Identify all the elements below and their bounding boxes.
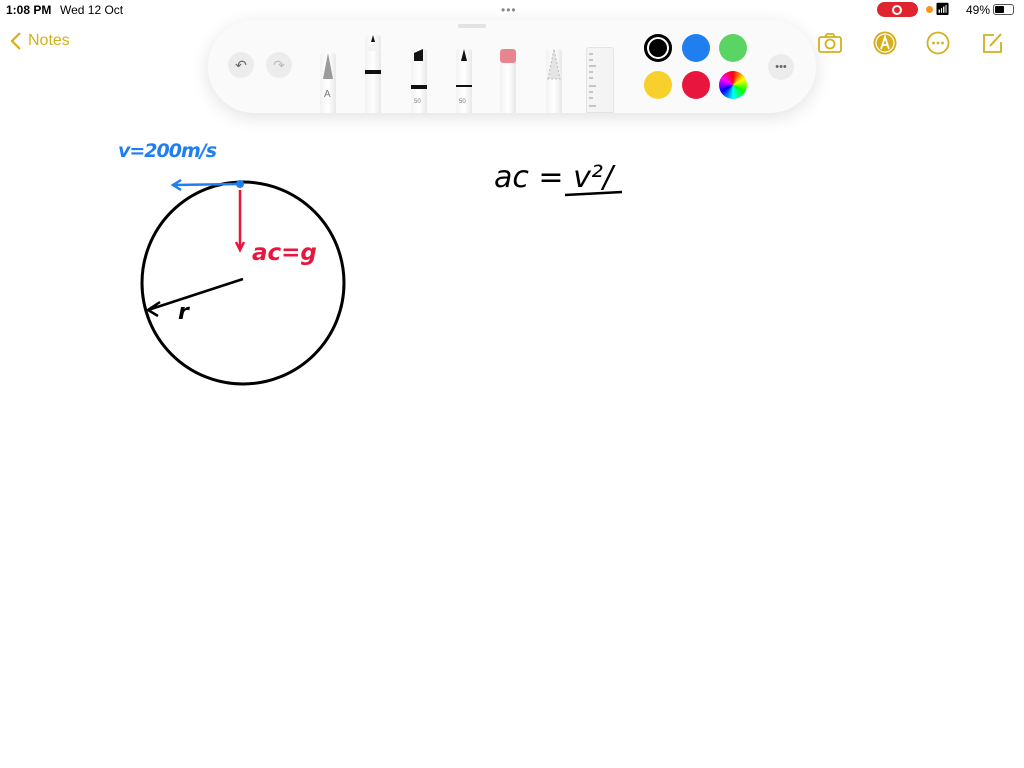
acceleration-arrow <box>234 190 246 253</box>
screen-recording-icon[interactable] <box>877 2 918 17</box>
color-black[interactable] <box>644 34 672 62</box>
drawing-canvas <box>140 178 623 386</box>
formula-label: ac = v²/ <box>494 160 613 195</box>
toolbar-grabber[interactable] <box>458 24 486 28</box>
marker-tip-icon <box>365 35 381 74</box>
velocity-arrow <box>170 178 241 192</box>
back-to-notes-button[interactable]: Notes <box>10 32 70 50</box>
date: Wed 12 Oct <box>60 3 124 17</box>
redo-icon: ↷ <box>273 56 285 73</box>
ruler-tool[interactable] <box>586 47 614 113</box>
markup-toolbar: ↶ ↷ A 50 50 ••• <box>208 20 816 113</box>
radius-label: r <box>178 300 189 325</box>
pen-tip-icon <box>323 53 333 79</box>
mic-indicator-icon <box>926 6 933 13</box>
highlighter-size: 50 <box>414 99 421 105</box>
redo-button[interactable]: ↷ <box>266 52 292 78</box>
color-green[interactable] <box>719 34 747 62</box>
pen-tool[interactable]: A <box>320 53 336 113</box>
eraser-tool[interactable] <box>500 49 516 113</box>
battery-percent: 49% <box>966 3 991 17</box>
fineliner-size: 50 <box>459 99 466 105</box>
circle-drawing <box>140 180 346 386</box>
highlighter-tool[interactable]: 50 <box>411 49 427 113</box>
status-bar: 1:08 PM Wed 12 Oct ••• 📶︎ 49% <box>0 0 1024 20</box>
undo-icon: ↶ <box>235 56 247 73</box>
color-red[interactable] <box>682 71 710 99</box>
velocity-point <box>236 180 244 188</box>
wifi-icon: 📶︎ <box>935 2 951 16</box>
eraser-icon <box>500 49 516 63</box>
clock: 1:08 PM <box>6 3 52 17</box>
color-blue[interactable] <box>682 34 710 62</box>
chevron-left-icon <box>10 32 21 50</box>
compose-icon[interactable] <box>980 30 1006 56</box>
radius-arrow <box>145 277 244 318</box>
ellipsis-icon: ••• <box>775 61 787 73</box>
camera-icon[interactable] <box>817 30 843 56</box>
lasso-icon <box>547 48 561 80</box>
ruler-icon <box>589 53 596 107</box>
multitasking-dots[interactable]: ••• <box>501 3 517 17</box>
battery-icon <box>993 4 1014 15</box>
fineliner-tool[interactable]: 50 <box>456 49 472 113</box>
more-icon[interactable] <box>925 30 951 56</box>
velocity-label: v=200m/s <box>118 140 217 162</box>
toolbar-more-button[interactable]: ••• <box>768 54 794 80</box>
markup-icon[interactable] <box>872 30 898 56</box>
acceleration-label: ac=g <box>252 240 317 266</box>
pen-label: A <box>324 89 331 100</box>
marker-tool[interactable] <box>365 35 381 113</box>
undo-button[interactable]: ↶ <box>228 52 254 78</box>
color-yellow[interactable] <box>644 71 672 99</box>
color-picker-wheel[interactable] <box>719 71 747 99</box>
lasso-tool[interactable] <box>546 48 562 113</box>
back-label: Notes <box>28 32 70 49</box>
